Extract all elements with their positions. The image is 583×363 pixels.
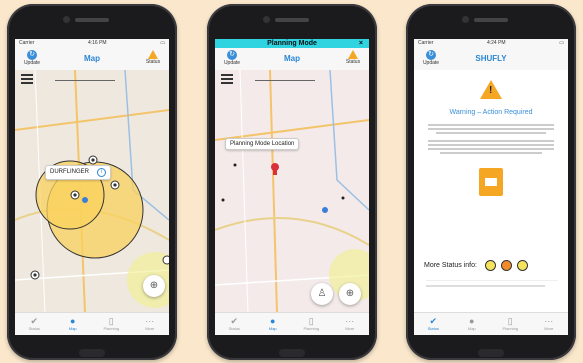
close-icon[interactable]: × (359, 39, 363, 48)
speaker (275, 18, 309, 22)
map-view[interactable]: DURFLINGER i ⊕ (15, 70, 169, 313)
status-bar: Carrier 4:24 PM ▭ (414, 39, 568, 48)
screen-status: Carrier 4:24 PM ▭ ↻ Update SHUFLY ! Warn… (414, 39, 568, 335)
location-callout[interactable]: Planning Mode Location (225, 138, 300, 150)
phone-3: Carrier 4:24 PM ▭ ↻ Update SHUFLY ! Warn… (406, 4, 576, 360)
home-button[interactable] (478, 349, 504, 357)
more-icon: ··· (345, 316, 355, 326)
warning-body-text (428, 124, 554, 154)
person-icon: ♙ (317, 288, 327, 299)
tab-planning[interactable]: ▯ Planning (491, 313, 530, 335)
tab-bar: ✔ Status ● Map ▯ Planning ··· More (15, 312, 169, 335)
battery-icon: ▭ (160, 40, 165, 46)
tab-more[interactable]: ··· More (131, 313, 170, 335)
locate-button[interactable]: ⊕ (339, 283, 361, 305)
nav-bar: ↻ Update Map Status (215, 48, 369, 71)
tab-map[interactable]: ● Map (453, 313, 492, 335)
phone-icon: ▯ (108, 316, 114, 326)
speaker (75, 18, 109, 22)
callout-label: Planning Mode Location (230, 141, 295, 147)
screen-map: Carrier 4:16 PM ▭ ↻ Update Map Status DU… (15, 39, 169, 335)
footer-text (426, 280, 558, 287)
tab-bar: ✔ Status ● Map ▯ Planning ··· More (414, 312, 568, 335)
planning-mode-banner: Planning Mode × (215, 39, 369, 48)
check-icon: ✔ (230, 316, 239, 326)
phone-1: Carrier 4:16 PM ▭ ↻ Update Map Status DU… (7, 4, 177, 360)
tab-bar: ✔ Status ● Map ▯ Planning ··· More (215, 312, 369, 335)
check-icon: ✔ (30, 316, 39, 326)
check-icon: ✔ (429, 316, 438, 326)
scale-bar (55, 72, 115, 81)
map-pin-icon: ● (270, 316, 276, 326)
tab-map[interactable]: ● Map (254, 313, 293, 335)
more-status-row: More Status info: (424, 260, 560, 271)
tab-more[interactable]: ··· More (331, 313, 370, 335)
warning-title: Warning – Action Required (449, 109, 533, 116)
battery-icon: ▭ (559, 40, 564, 46)
tab-status[interactable]: ✔ Status (414, 313, 453, 335)
clock: 4:24 PM (486, 40, 506, 46)
camera (63, 16, 70, 23)
user-location-button[interactable]: ♙ (311, 283, 333, 305)
status-button[interactable]: Status (142, 50, 164, 65)
nav-bar: ↻ Update Map Status (15, 48, 169, 71)
map-canvas (215, 70, 369, 313)
scale-bar (255, 72, 315, 81)
menu-button[interactable] (221, 74, 233, 86)
status-bar: Carrier 4:16 PM ▭ (15, 39, 169, 48)
speaker (474, 18, 508, 22)
more-icon: ··· (544, 316, 554, 326)
status-page: ! Warning – Action Required More Status … (414, 70, 568, 313)
crosshair-icon: ⊕ (345, 288, 355, 299)
screen-planning-map: Planning Mode × ↻ Update Map Status Plan… (215, 39, 369, 335)
tab-status[interactable]: ✔ Status (15, 313, 54, 335)
map-view[interactable]: Planning Mode Location ♙ ⊕ (215, 70, 369, 313)
status-dot-orange[interactable] (500, 260, 512, 271)
nav-title: SHUFLY (475, 54, 507, 63)
camera (263, 16, 270, 23)
tab-planning[interactable]: ▯ Planning (92, 313, 131, 335)
tab-more[interactable]: ··· More (530, 313, 569, 335)
camera (462, 16, 469, 23)
location-callout[interactable]: DURFLINGER i (45, 165, 112, 180)
locate-button[interactable]: ⊕ (143, 275, 165, 297)
tab-planning[interactable]: ▯ Planning (292, 313, 331, 335)
phone-2: Planning Mode × ↻ Update Map Status Plan… (207, 4, 377, 360)
carrier-label: Carrier (19, 40, 35, 46)
warning-triangle-icon (148, 50, 158, 59)
phone-icon: ▯ (507, 316, 513, 326)
more-icon: ··· (145, 316, 155, 326)
crosshair-icon: ⊕ (149, 280, 159, 291)
status-label: Status (345, 59, 361, 65)
tab-map[interactable]: ● Map (54, 313, 93, 335)
more-status-label: More Status info: (424, 262, 477, 269)
menu-button[interactable] (21, 74, 33, 86)
map-pin-icon: ● (70, 316, 76, 326)
status-dot-yellow[interactable] (484, 260, 496, 271)
status-label: Status (145, 59, 161, 65)
carrier-label: Carrier (418, 40, 434, 46)
map-canvas (15, 70, 169, 313)
status-dot-yellow-2[interactable] (516, 260, 528, 271)
submit-document-button[interactable] (479, 168, 503, 196)
home-button[interactable] (279, 349, 305, 357)
nav-bar: ↻ Update SHUFLY (414, 48, 568, 71)
home-button[interactable] (79, 349, 105, 357)
warning-triangle-icon: ! (480, 80, 502, 99)
map-pin-icon: ● (469, 316, 475, 326)
warning-triangle-icon (348, 50, 358, 59)
mode-banner-label: Planning Mode (267, 40, 317, 47)
info-icon[interactable]: i (97, 168, 107, 177)
callout-label: DURFLINGER (50, 169, 90, 175)
tab-status[interactable]: ✔ Status (215, 313, 254, 335)
phone-icon: ▯ (308, 316, 314, 326)
clock: 4:16 PM (87, 40, 107, 46)
status-button[interactable]: Status (342, 50, 364, 65)
